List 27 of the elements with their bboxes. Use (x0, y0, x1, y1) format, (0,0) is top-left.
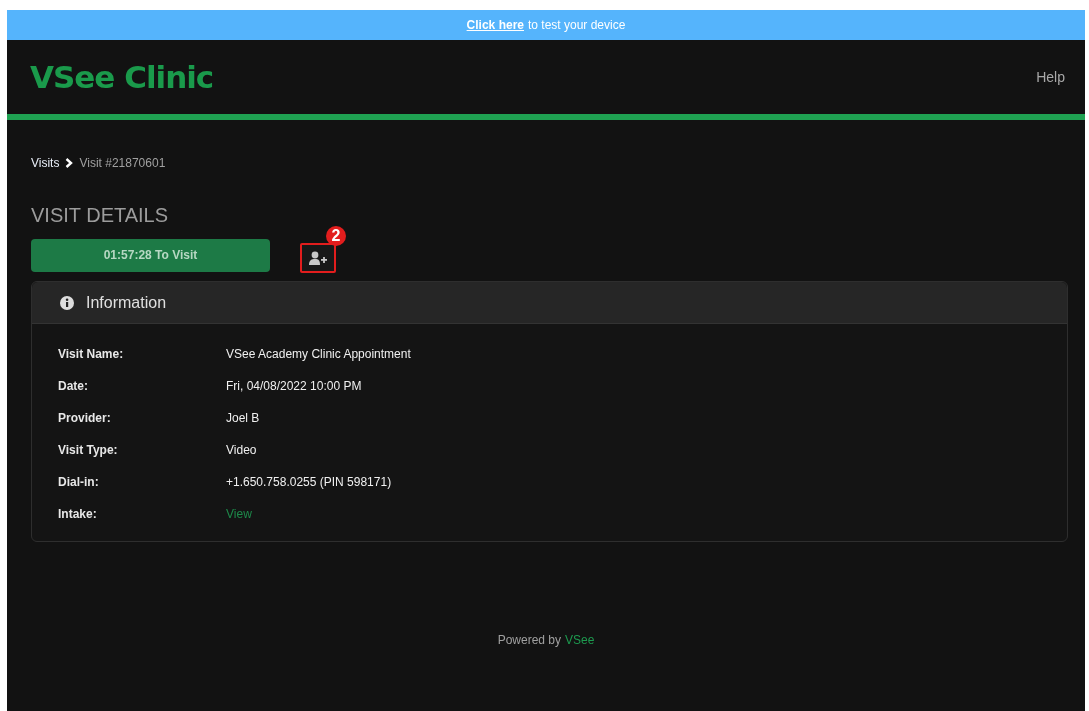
clinic-logo: VSee Clinic (30, 59, 214, 95)
page-heading: VISIT DETAILS (31, 204, 170, 227)
field-value: Joel B (226, 411, 260, 425)
add-participant-button[interactable] (300, 243, 336, 273)
field-value: VSee Academy Clinic Appointment (226, 347, 411, 361)
field-label: Dial-in: (58, 475, 100, 489)
breadcrumb-current: Visit #21870601 (79, 156, 166, 170)
field-label: Date: (58, 379, 89, 393)
footer-text: Powered by (497, 633, 561, 647)
card-title: Information (86, 293, 167, 312)
add-person-icon (309, 251, 327, 265)
field-value: Fri, 04/08/2022 10:00 PM (226, 379, 362, 393)
visit-countdown-button[interactable]: 01:57:28 To Visit (31, 238, 270, 272)
intake-link[interactable]: View (226, 507, 252, 521)
field-label: Intake: (58, 507, 98, 521)
field-value: +1.650.758.0255 (PIN 598171) (226, 475, 392, 489)
info-icon (60, 295, 74, 310)
field-label: Provider: (58, 411, 112, 425)
field-value: Video (226, 443, 257, 457)
breadcrumb-link[interactable]: Visits (31, 156, 60, 170)
vsee-link[interactable]: VSee (565, 633, 595, 647)
chevron-icon (65, 158, 74, 168)
step-badge: 2 (326, 226, 346, 246)
banner-text: to test your device (528, 18, 626, 32)
field-label: Visit Name: (58, 347, 125, 361)
help-link[interactable]: Help (1036, 69, 1065, 85)
field-label: Visit Type: (58, 443, 119, 457)
